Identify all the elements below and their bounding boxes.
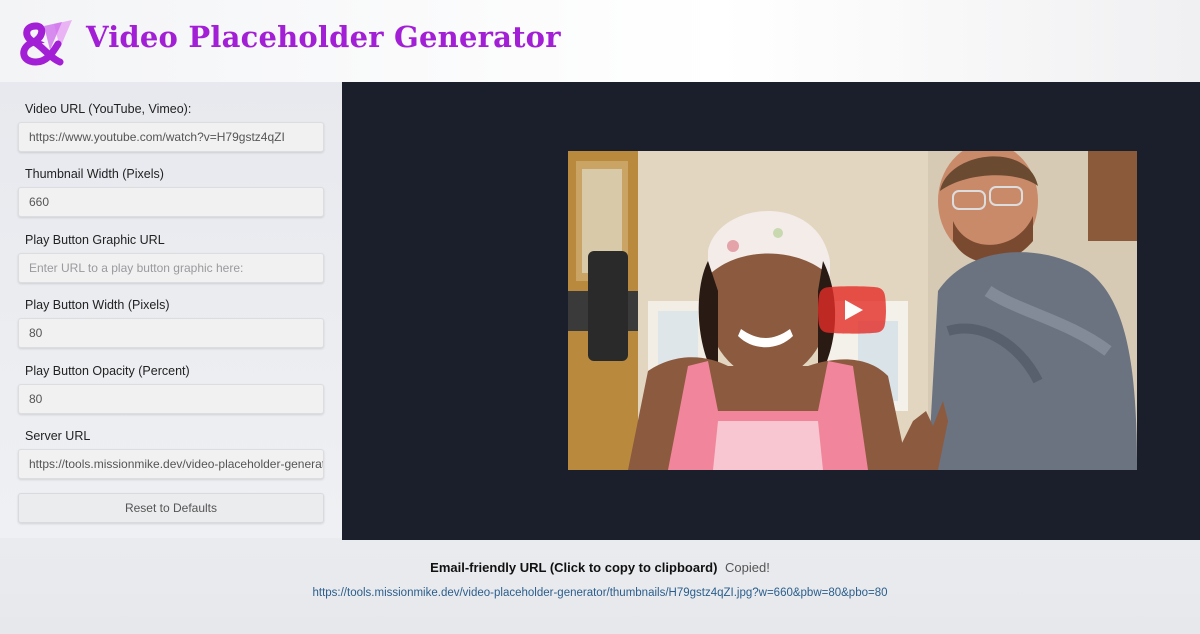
copied-status: Copied! xyxy=(725,560,770,575)
preview-panel xyxy=(342,82,1200,540)
page-title: Video Placeholder Generator xyxy=(86,20,561,54)
reset-defaults-button[interactable]: Reset to Defaults xyxy=(18,493,324,523)
play-button-url-input[interactable]: Enter URL to a play button graphic here: xyxy=(18,253,324,283)
result-heading[interactable]: Email-friendly URL (Click to copy to cli… xyxy=(430,560,717,575)
app-header: Video Placeholder Generator xyxy=(0,0,1200,82)
play-button-url-label: Play Button Graphic URL xyxy=(25,233,165,247)
video-thumbnail[interactable] xyxy=(568,151,1137,470)
settings-sidebar: Video URL (YouTube, Vimeo): https://www.… xyxy=(0,82,342,538)
play-button-opacity-label: Play Button Opacity (Percent) xyxy=(25,364,190,378)
play-button-opacity-input[interactable]: 80 xyxy=(18,384,324,414)
youtube-play-icon[interactable] xyxy=(818,286,886,334)
result-heading-line: Email-friendly URL (Click to copy to cli… xyxy=(0,560,1200,575)
ampersand-logo-icon xyxy=(20,20,72,66)
server-url-input[interactable]: https://tools.missionmike.dev/video-plac… xyxy=(18,449,324,479)
play-button-width-input[interactable]: 80 xyxy=(18,318,324,348)
thumbnail-width-label: Thumbnail Width (Pixels) xyxy=(25,167,164,181)
thumbnail-width-input[interactable]: 660 xyxy=(18,187,324,217)
server-url-label: Server URL xyxy=(25,429,91,443)
result-url-link[interactable]: https://tools.missionmike.dev/video-plac… xyxy=(0,587,1200,599)
play-button-width-label: Play Button Width (Pixels) xyxy=(25,298,170,312)
video-url-input[interactable]: https://www.youtube.com/watch?v=H79gstz4… xyxy=(18,122,324,152)
video-url-label: Video URL (YouTube, Vimeo): xyxy=(25,102,192,116)
